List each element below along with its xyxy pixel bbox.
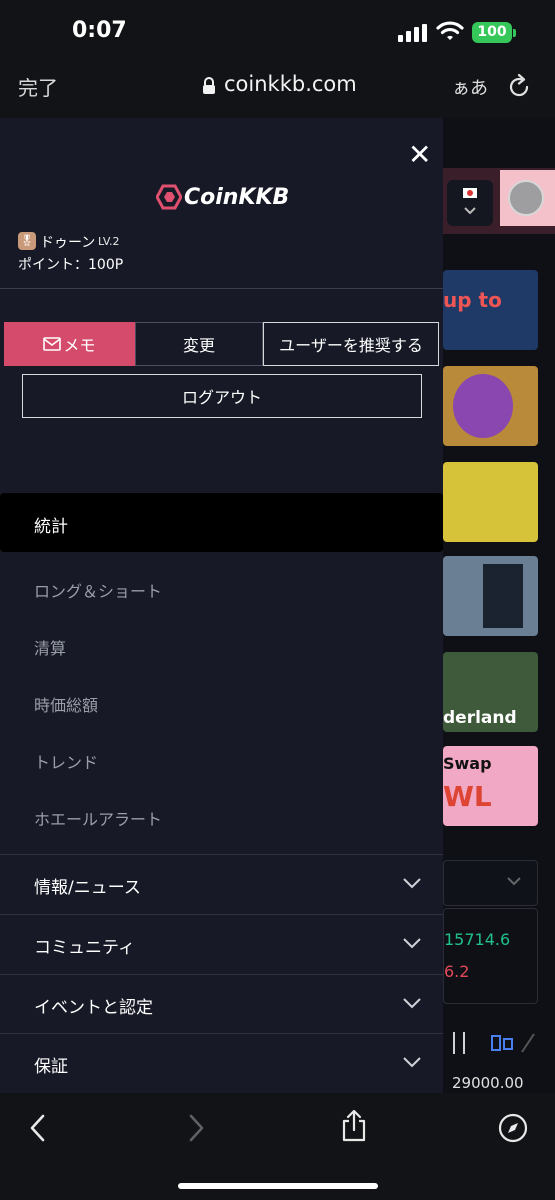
bg-number-2: 6.2 — [444, 962, 470, 981]
bg-avatar — [508, 180, 544, 216]
user-name: ドゥーン — [40, 235, 96, 251]
section-guarantee[interactable]: 保証 — [0, 1033, 443, 1093]
logo-text[interactable]: CoinKKB — [184, 185, 289, 210]
bg-banner-6: Swap WL — [443, 746, 538, 826]
recommend-user-button[interactable]: ユーザーを推奨する — [263, 322, 439, 366]
chevron-down-icon — [403, 1057, 421, 1068]
section-events[interactable]: イベントと認定 — [0, 974, 443, 1034]
bg-banner-1: up to — [443, 270, 538, 350]
candlestick-icon — [453, 1032, 535, 1054]
coinkkb-logo-icon — [156, 184, 182, 210]
section-guarantee-label: 保証 — [34, 1057, 68, 1077]
forward-icon[interactable] — [186, 1113, 206, 1143]
mail-icon — [43, 337, 62, 351]
submenu-item-market-cap[interactable]: 時価総額 — [34, 692, 98, 716]
battery-tip — [513, 29, 516, 37]
bg-banner-1-text: up to — [443, 288, 502, 312]
section-info-news-label: 情報/ニュース — [34, 878, 141, 898]
user-level-icon: 🎖 — [18, 232, 36, 250]
close-icon[interactable]: ✕ — [408, 138, 431, 171]
bg-banner-6-text-2: WL — [443, 780, 492, 813]
section-community-label: コミュニティ — [34, 938, 135, 958]
memo-button-label: メモ — [63, 336, 96, 355]
bg-banner-2 — [443, 366, 538, 446]
section-info-news[interactable]: 情報/ニュース — [0, 854, 443, 914]
divider — [0, 288, 443, 289]
user-points: ポイント：100P — [18, 257, 124, 273]
url-text[interactable]: coinkkb.com — [224, 72, 357, 96]
bg-banner-5-text: derland — [443, 708, 517, 728]
bg-banner-3 — [443, 462, 538, 542]
bg-banner-4 — [443, 556, 538, 636]
memo-button[interactable]: メモ — [4, 322, 135, 366]
bg-price-card — [443, 908, 538, 1004]
chevron-down-icon — [507, 877, 521, 886]
status-time: 0:07 — [72, 18, 127, 43]
url-bar: 完了 coinkkb.com ぁあ — [0, 62, 555, 118]
section-community[interactable]: コミュニティ — [0, 914, 443, 974]
bg-select — [443, 860, 538, 906]
submenu-item-liquidation[interactable]: 清算 — [34, 635, 66, 659]
wifi-icon — [436, 21, 464, 40]
bg-language-button — [447, 180, 493, 226]
bg-banner-5: derland — [443, 652, 538, 732]
bg-person-image — [483, 564, 523, 628]
submenu-item-whale-alert[interactable]: ホエールアラート — [34, 806, 162, 830]
logout-button[interactable]: ログアウト — [22, 374, 422, 418]
done-button[interactable]: 完了 — [18, 72, 58, 101]
bg-banner-6-text: Swap — [443, 754, 492, 773]
bg-owl-image — [453, 374, 513, 438]
user-level: LV.2 — [98, 235, 120, 248]
signal-icon — [398, 24, 427, 42]
section-events-label: イベントと認定 — [34, 998, 153, 1018]
bg-price: 29000.00 — [452, 1074, 524, 1092]
home-indicator[interactable] — [178, 1183, 378, 1189]
chevron-down-icon — [403, 998, 421, 1009]
flag-icon — [463, 188, 477, 215]
lock-icon — [203, 77, 215, 94]
submenu-item-long-short[interactable]: ロング＆ショート — [34, 578, 162, 602]
chevron-down-icon — [403, 938, 421, 949]
back-icon[interactable] — [28, 1113, 48, 1143]
submenu-item-trend[interactable]: トレンド — [34, 749, 98, 773]
change-button[interactable]: 変更 — [135, 322, 263, 366]
chevron-down-icon — [403, 878, 421, 889]
battery-icon: 100 — [472, 22, 512, 43]
bg-number-1: 15714.6 — [444, 930, 511, 949]
compass-icon[interactable] — [498, 1113, 528, 1143]
reload-icon[interactable] — [508, 74, 532, 100]
text-size-button[interactable]: ぁあ — [452, 74, 488, 100]
menu-item-statistics-label: 統計 — [34, 517, 68, 537]
share-icon[interactable] — [340, 1109, 368, 1143]
